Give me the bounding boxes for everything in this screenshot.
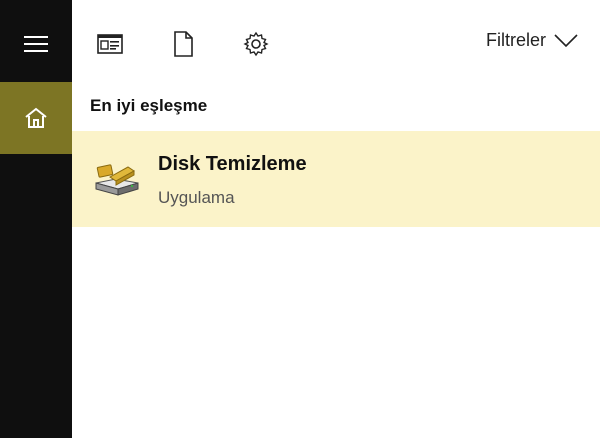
best-match-result[interactable]: Disk Temizleme Uygulama: [72, 131, 600, 227]
documents-icon: [97, 34, 123, 54]
app-name: Disk Temizleme: [158, 153, 307, 175]
section-title: En iyi eşleşme: [90, 96, 208, 115]
search-toolbar: Filtreler: [72, 0, 600, 82]
menu-button[interactable]: [0, 12, 72, 76]
document-icon: [174, 31, 193, 57]
apps-filter-button[interactable]: [94, 28, 126, 60]
disk-cleanup-icon: [95, 164, 139, 196]
filters-label: Filtreler: [485, 30, 546, 50]
left-rail: [0, 0, 72, 438]
search-panel: Filtreler En iyi eşleşme Disk Temizleme …: [72, 0, 600, 438]
documents-filter-button[interactable]: [167, 28, 199, 60]
settings-filter-button[interactable]: [240, 28, 272, 60]
home-button[interactable]: [0, 82, 72, 154]
filters-dropdown[interactable]: Filtreler: [486, 30, 578, 51]
hamburger-menu-icon: [24, 36, 48, 52]
app-type: Uygulama: [158, 188, 235, 207]
gear-icon: [243, 31, 269, 57]
chevron-down-icon: [554, 33, 578, 47]
home-icon: [25, 107, 47, 128]
